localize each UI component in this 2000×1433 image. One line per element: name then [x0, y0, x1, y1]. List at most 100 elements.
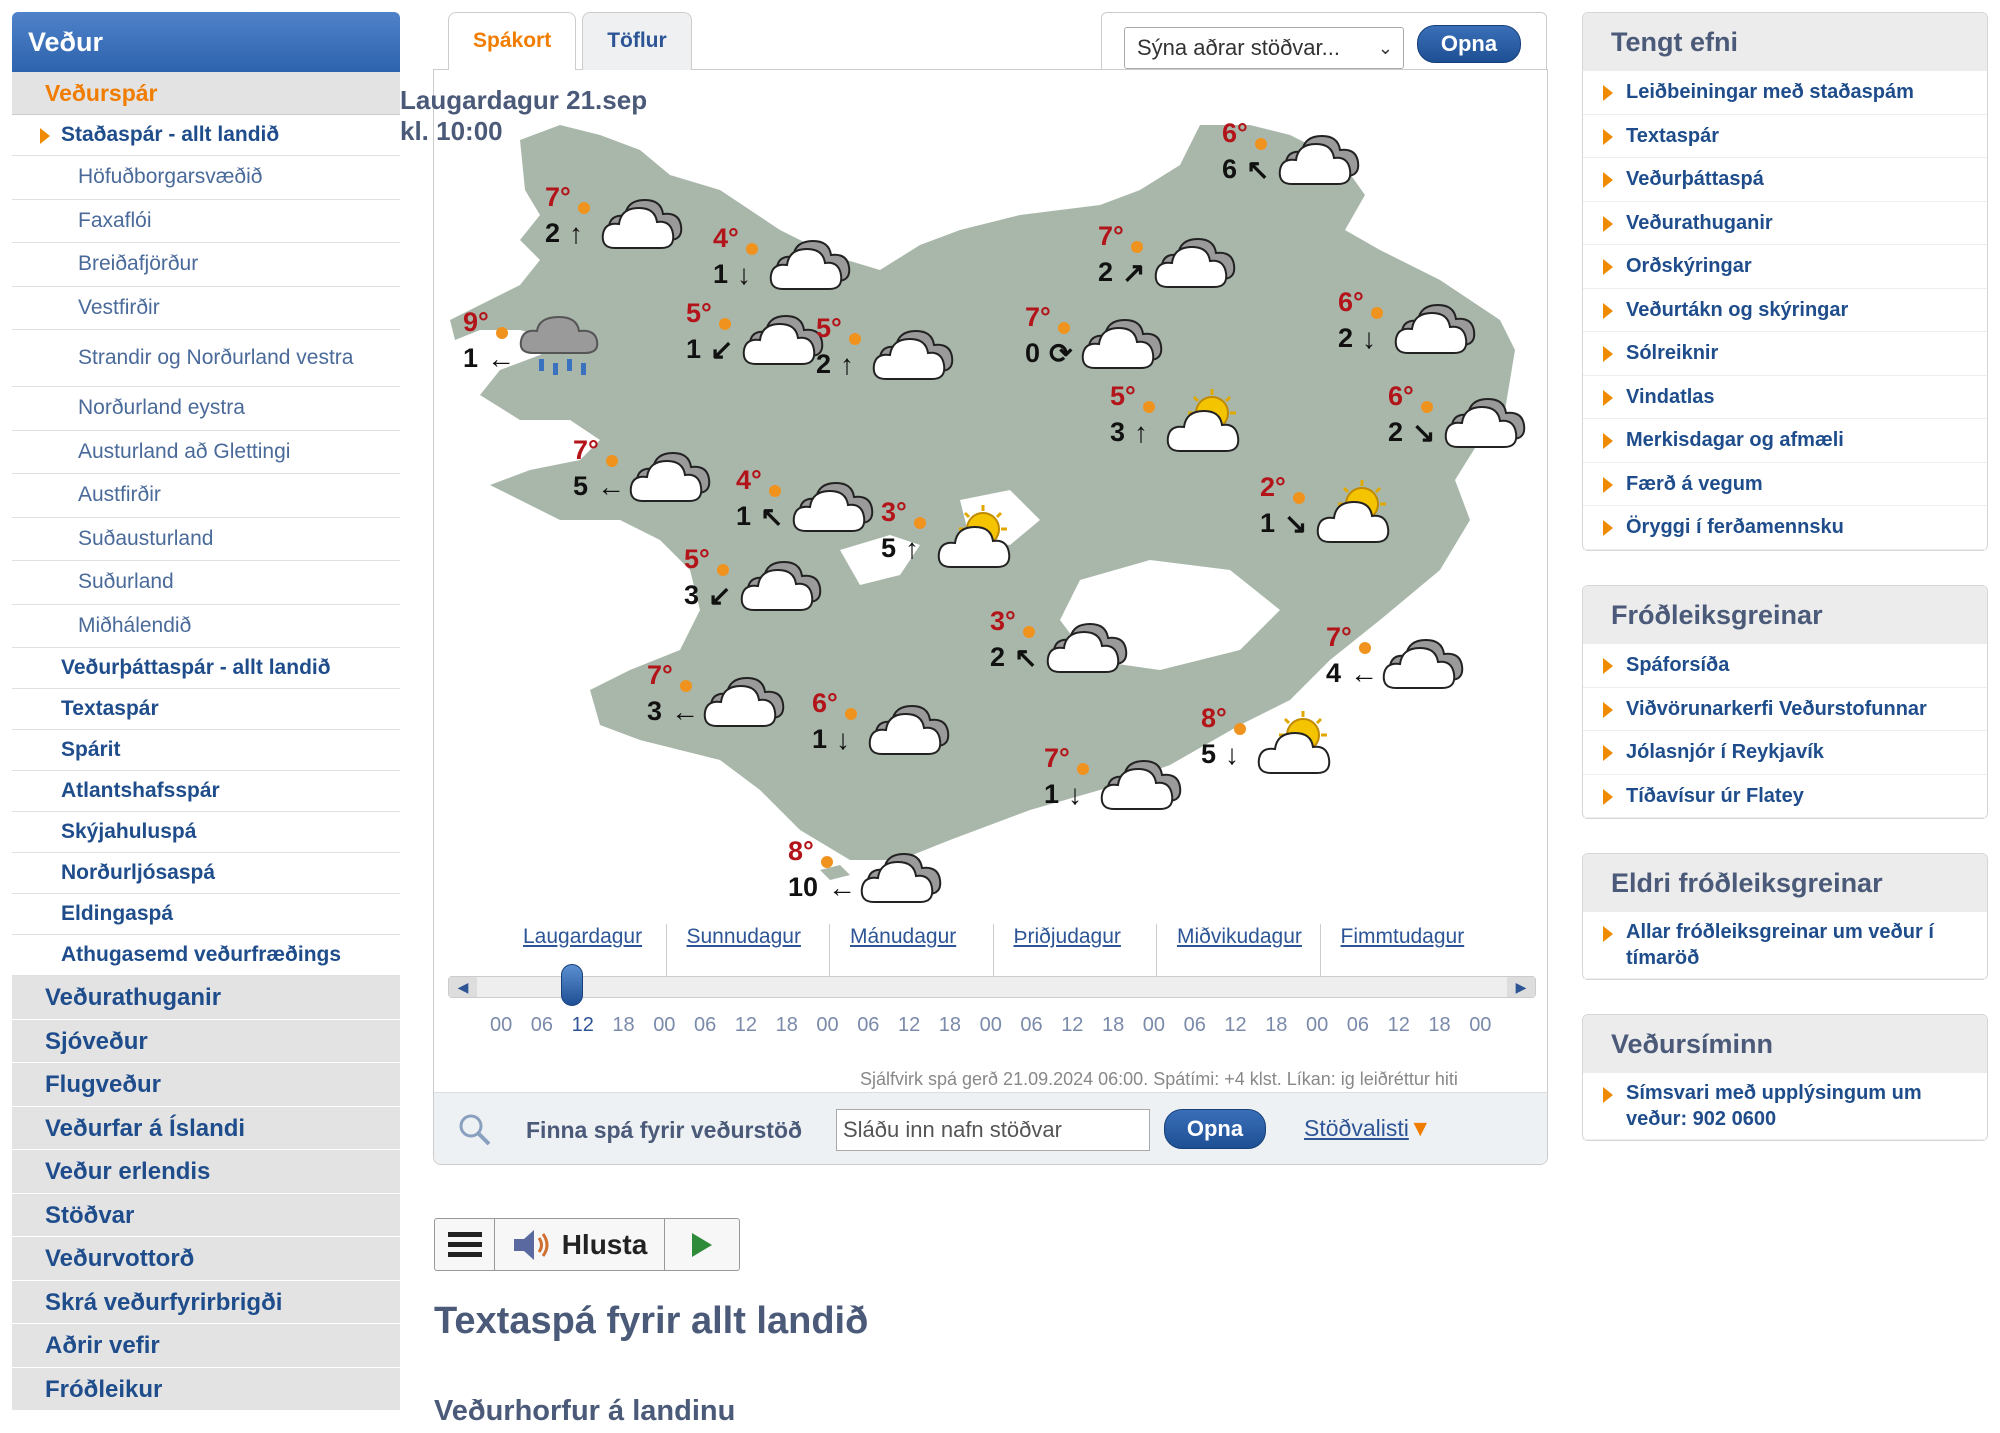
- sidebar-main-item[interactable]: Veðurfar á Íslandi: [12, 1106, 400, 1150]
- sidebar-section-vedurspar[interactable]: Veðurspár: [12, 72, 400, 115]
- sidebar-item[interactable]: Norðurland eystra: [12, 387, 400, 431]
- hour-tick-label[interactable]: 00: [653, 1014, 675, 1037]
- sidebar-item[interactable]: Vestfirðir: [12, 287, 400, 330]
- related-link[interactable]: Spáforsíða: [1583, 644, 1987, 688]
- related-link[interactable]: Símsvari með upplýsingum um veður: 902 0…: [1583, 1073, 1987, 1140]
- related-link[interactable]: Viðvörunarkerfi Veðurstofunnar: [1583, 688, 1987, 731]
- weather-station-marker[interactable]: 2° 1 ↘: [1260, 472, 1410, 552]
- day-link[interactable]: Þriðjudagur: [1014, 925, 1121, 949]
- sidebar-item[interactable]: Atlantshafsspár: [12, 771, 400, 812]
- sidebar-item[interactable]: Breiðafjörður: [12, 243, 400, 287]
- sidebar-main-item[interactable]: Veðurvottorð: [12, 1237, 400, 1281]
- related-link[interactable]: Merkisdagar og afmæli: [1583, 419, 1987, 463]
- weather-station-marker[interactable]: 6° 2 ↓: [1338, 287, 1488, 367]
- hour-tick-label[interactable]: 12: [735, 1014, 757, 1037]
- hour-tick-label[interactable]: 12: [1224, 1014, 1246, 1037]
- sidebar-item[interactable]: Miðhálendið: [12, 605, 400, 648]
- weather-station-marker[interactable]: 7° 2 ↑: [545, 182, 695, 262]
- day-link[interactable]: Sunnudagur: [687, 925, 801, 949]
- tab-spakort[interactable]: Spákort: [448, 12, 577, 70]
- sidebar-item[interactable]: Athugasemd veðurfræðings: [12, 935, 400, 976]
- hour-tick-label[interactable]: 00: [490, 1014, 512, 1037]
- sidebar-item[interactable]: Staðaspár - allt landið: [12, 115, 400, 156]
- weather-station-marker[interactable]: 5° 3 ↙: [684, 544, 834, 624]
- hour-tick-label[interactable]: 12: [1061, 1014, 1083, 1037]
- slider-next-button[interactable]: ▶: [1507, 977, 1535, 997]
- hour-tick-label[interactable]: 06: [857, 1014, 879, 1037]
- sidebar-item[interactable]: Veðurþáttaspár - allt landið: [12, 648, 400, 689]
- hour-tick-label[interactable]: 00: [1143, 1014, 1165, 1037]
- sidebar-main-item[interactable]: Veðurathuganir: [12, 976, 400, 1020]
- find-open-button[interactable]: Opna: [1164, 1109, 1266, 1149]
- hour-tick-label[interactable]: 12: [898, 1014, 920, 1037]
- sidebar-item[interactable]: Skýjahuluspá: [12, 812, 400, 853]
- sidebar-item[interactable]: Höfuðborgarsvæðið: [12, 156, 400, 200]
- hour-tick-label[interactable]: 12: [1388, 1014, 1410, 1037]
- sidebar-item[interactable]: Suðausturland: [12, 518, 400, 561]
- time-slider-track[interactable]: ◀ ▶: [448, 976, 1536, 998]
- day-link[interactable]: Mánudagur: [850, 925, 956, 949]
- weather-station-marker[interactable]: 7° 1 ↓: [1044, 743, 1194, 823]
- related-link[interactable]: Textaspár: [1583, 115, 1987, 158]
- hour-tick-label[interactable]: 18: [1428, 1014, 1450, 1037]
- hour-tick-label[interactable]: 06: [531, 1014, 553, 1037]
- sidebar-header[interactable]: Veður: [12, 12, 400, 72]
- related-link[interactable]: Jólasnjór í Reykjavík: [1583, 731, 1987, 775]
- sidebar-item[interactable]: Textaspár: [12, 689, 400, 730]
- station-open-button[interactable]: Opna: [1417, 25, 1521, 63]
- weather-station-marker[interactable]: 7° 4 ←: [1326, 622, 1476, 702]
- hour-tick-label[interactable]: 18: [939, 1014, 961, 1037]
- hour-tick-label[interactable]: 18: [1265, 1014, 1287, 1037]
- sidebar-item[interactable]: Austfirðir: [12, 474, 400, 518]
- sidebar-item[interactable]: Spárit: [12, 730, 400, 771]
- weather-station-marker[interactable]: 8° 5 ↓: [1201, 703, 1351, 783]
- sidebar-main-item[interactable]: Flugveður: [12, 1063, 400, 1107]
- related-link[interactable]: Leiðbeiningar með staðaspám: [1583, 71, 1987, 115]
- weather-station-marker[interactable]: 4° 1 ↖: [736, 465, 886, 545]
- station-search-input[interactable]: Sláðu inn nafn stöðvar: [836, 1109, 1150, 1151]
- day-link[interactable]: Laugardagur: [523, 925, 642, 949]
- hour-tick-label[interactable]: 18: [776, 1014, 798, 1037]
- sidebar-item[interactable]: Faxaflói: [12, 200, 400, 243]
- weather-station-marker[interactable]: 6° 2 ↘: [1388, 381, 1538, 461]
- sidebar-item[interactable]: Suðurland: [12, 561, 400, 605]
- day-link[interactable]: Fimmtudagur: [1341, 925, 1465, 949]
- related-link[interactable]: Öryggi í ferðamennsku: [1583, 506, 1987, 550]
- hour-tick-label[interactable]: 06: [694, 1014, 716, 1037]
- sidebar-main-item[interactable]: Aðrir vefir: [12, 1324, 400, 1368]
- related-link[interactable]: Sólreiknir: [1583, 332, 1987, 376]
- weather-station-marker[interactable]: 5° 1 ↙: [686, 298, 836, 378]
- weather-station-marker[interactable]: 7° 3 ←: [647, 660, 797, 740]
- sidebar-main-item[interactable]: Stöðvar: [12, 1193, 400, 1237]
- time-slider-thumb[interactable]: [561, 964, 583, 1006]
- hour-tick-label[interactable]: 12: [572, 1014, 594, 1037]
- tab-toflur[interactable]: Töflur: [582, 12, 692, 70]
- hour-tick-label[interactable]: 18: [612, 1014, 634, 1037]
- sidebar-item[interactable]: Norðurljósaspá: [12, 853, 400, 894]
- related-link[interactable]: Allar fróðleiksgreinar um veður í tímarö…: [1583, 912, 1987, 979]
- hour-tick-label[interactable]: 00: [816, 1014, 838, 1037]
- station-list-link[interactable]: Stöðvalisti▼: [1304, 1115, 1432, 1142]
- menu-icon[interactable]: [435, 1219, 495, 1270]
- day-link[interactable]: Miðvikudagur: [1177, 925, 1302, 949]
- hour-tick-label[interactable]: 06: [1347, 1014, 1369, 1037]
- sidebar-item[interactable]: Strandir og Norðurland vestra: [12, 330, 400, 387]
- hour-tick-label[interactable]: 18: [1102, 1014, 1124, 1037]
- weather-station-marker[interactable]: 7° 5 ←: [573, 435, 723, 515]
- listen-button[interactable]: Hlusta: [495, 1219, 665, 1270]
- hour-tick-label[interactable]: 00: [980, 1014, 1002, 1037]
- weather-station-marker[interactable]: 7° 2 ↗: [1098, 221, 1248, 301]
- related-link[interactable]: Veðurþáttaspá: [1583, 158, 1987, 202]
- weather-station-marker[interactable]: 5° 2 ↑: [816, 313, 966, 393]
- sidebar-main-item[interactable]: Sjóveður: [12, 1019, 400, 1063]
- related-link[interactable]: Vindatlas: [1583, 376, 1987, 419]
- weather-station-marker[interactable]: 3° 2 ↖: [990, 606, 1140, 686]
- related-link[interactable]: Veðurtákn og skýringar: [1583, 289, 1987, 332]
- related-link[interactable]: Tíðavísur úr Flatey: [1583, 775, 1987, 818]
- weather-station-marker[interactable]: 8° 10 ←: [788, 836, 942, 916]
- sidebar-item[interactable]: Austurland að Glettingi: [12, 431, 400, 474]
- hour-tick-label[interactable]: 06: [1184, 1014, 1206, 1037]
- weather-station-marker[interactable]: 7° 0 ⟳: [1025, 302, 1175, 382]
- weather-station-marker[interactable]: 6° 1 ↓: [812, 688, 962, 768]
- slider-prev-button[interactable]: ◀: [449, 977, 477, 997]
